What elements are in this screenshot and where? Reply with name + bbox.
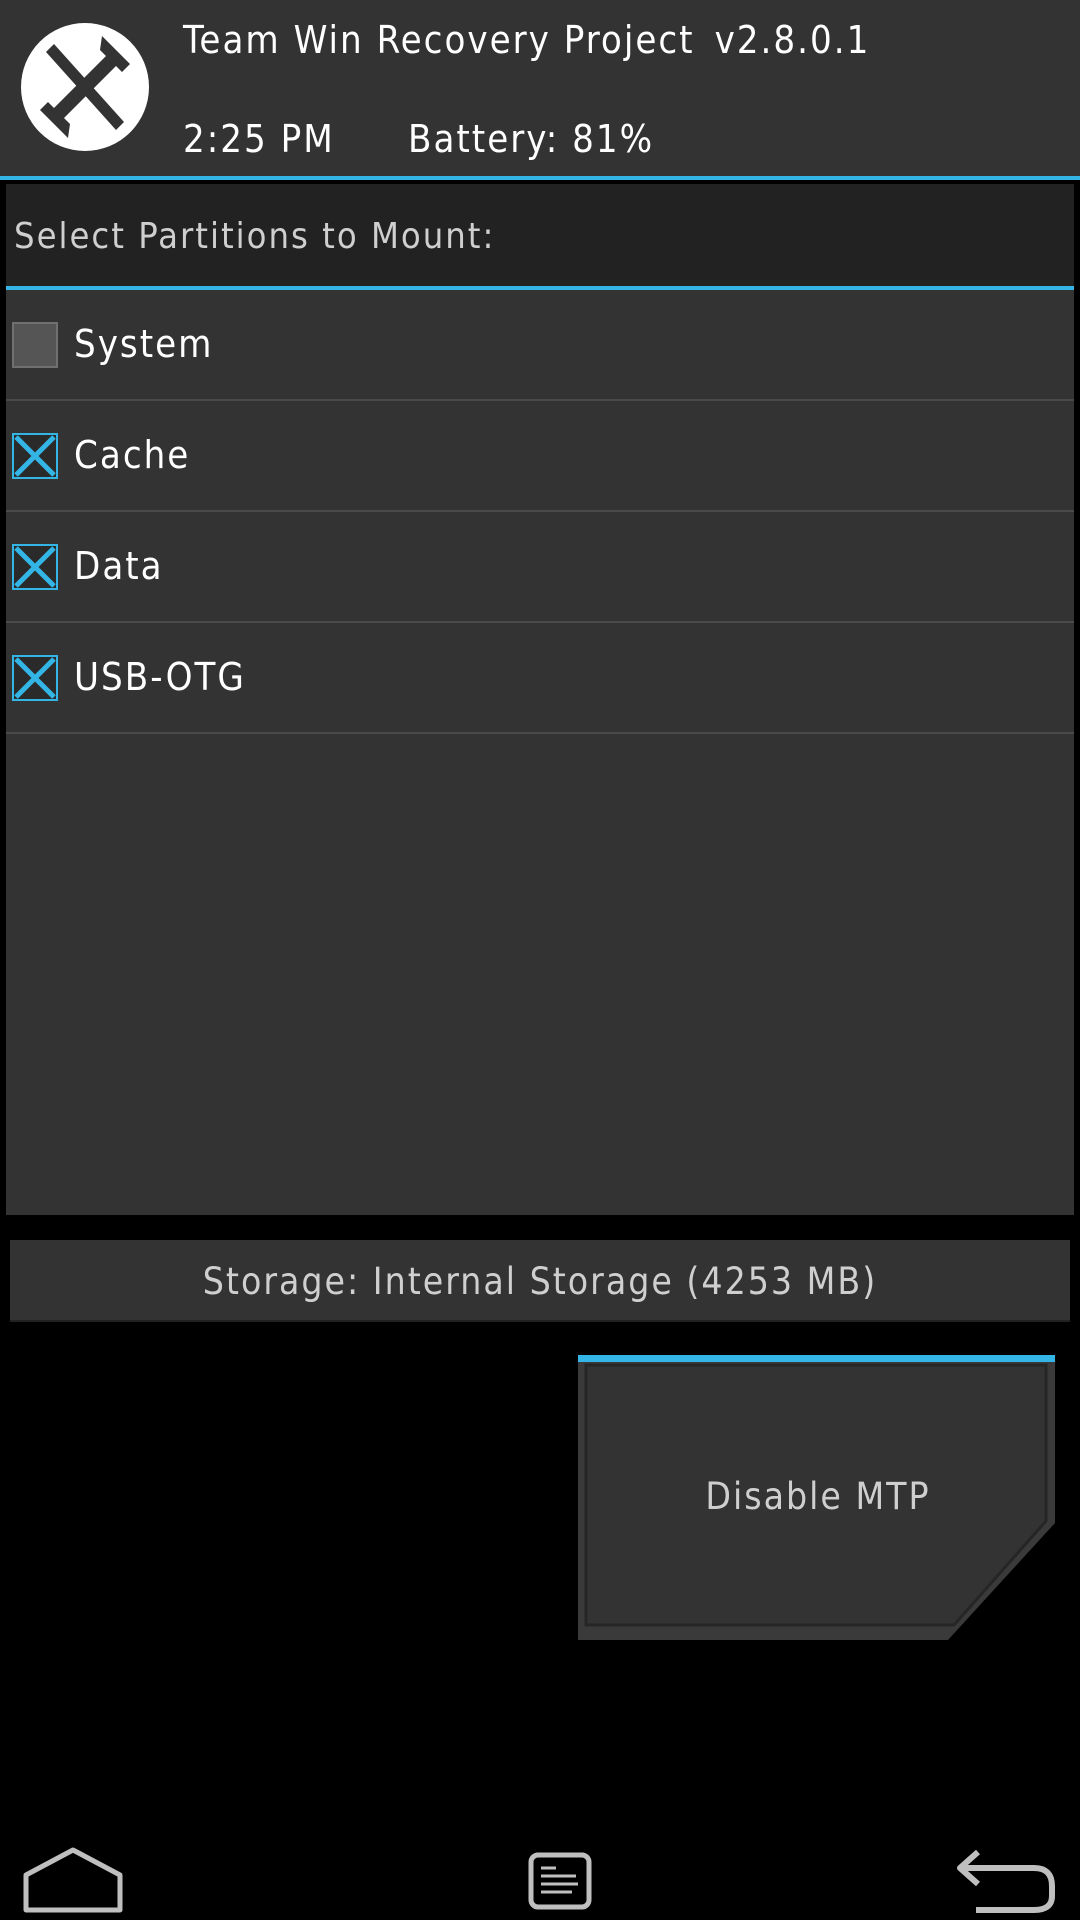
- twrp-logo-icon: [21, 23, 149, 151]
- list-title-bar: Select Partitions to Mount:: [6, 184, 1074, 290]
- partition-row-system[interactable]: System: [6, 290, 1074, 401]
- app-name: Team Win Recovery Project: [183, 18, 695, 62]
- twrp-mount-screen: Team Win Recovery Project v2.8.0.1 2:25 P…: [0, 0, 1080, 1920]
- clock: 2:25 PM: [183, 117, 335, 161]
- partition-row-cache[interactable]: Cache: [6, 401, 1074, 512]
- console-icon[interactable]: [528, 1852, 592, 1910]
- storage-label: Storage: Internal Storage (4253 MB): [202, 1260, 878, 1303]
- partition-row-data[interactable]: Data: [6, 512, 1074, 623]
- app-title: Team Win Recovery Project v2.8.0.1: [183, 18, 870, 62]
- storage-select-button[interactable]: Storage: Internal Storage (4253 MB): [10, 1240, 1070, 1322]
- app-version: v2.8.0.1: [714, 18, 871, 62]
- checkbox-unchecked-icon[interactable]: [12, 322, 58, 368]
- partition-list-panel: Select Partitions to Mount: System Cache: [6, 184, 1074, 1215]
- checkbox-checked-icon[interactable]: [12, 655, 58, 701]
- checkbox-checked-icon[interactable]: [12, 433, 58, 479]
- partition-label: Data: [74, 544, 164, 588]
- disable-mtp-button[interactable]: Disable MTP: [578, 1355, 1055, 1640]
- partition-label: USB-OTG: [74, 655, 246, 699]
- disable-mtp-label: Disable MTP: [705, 1475, 931, 1518]
- partition-row-usb-otg[interactable]: USB-OTG: [6, 623, 1074, 734]
- partition-label: System: [74, 322, 214, 366]
- checkbox-checked-icon[interactable]: [12, 544, 58, 590]
- back-icon[interactable]: [952, 1848, 1060, 1914]
- partition-label: Cache: [74, 433, 191, 477]
- list-title: Select Partitions to Mount:: [14, 216, 496, 257]
- home-icon[interactable]: [20, 1845, 126, 1915]
- header-bar: Team Win Recovery Project v2.8.0.1 2:25 P…: [0, 0, 1080, 180]
- battery-status: Battery: 81%: [408, 117, 655, 161]
- partition-list: System Cache Data USB-OTG: [6, 290, 1074, 734]
